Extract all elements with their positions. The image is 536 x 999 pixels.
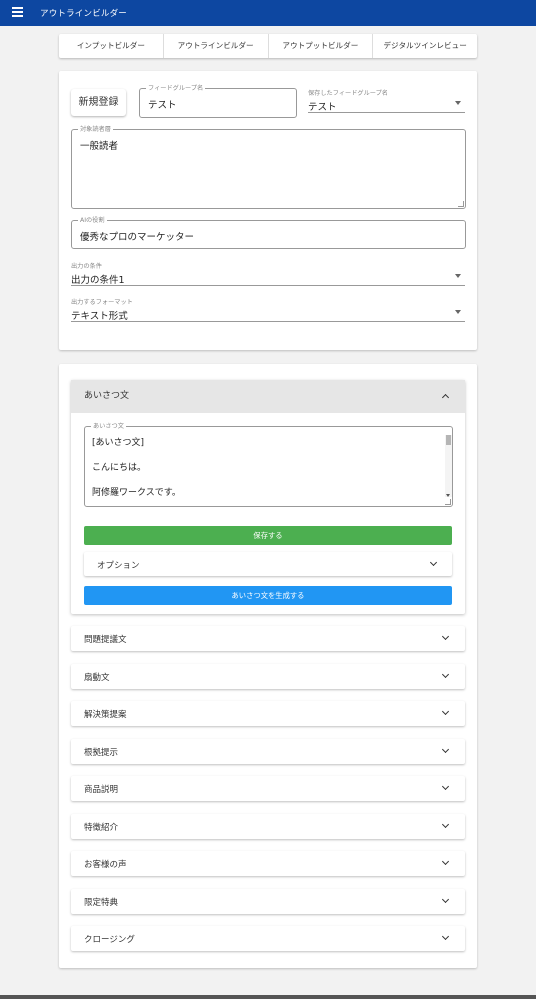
accordion-item[interactable]: 限定特典 <box>71 889 465 914</box>
greeting-line: 阿修羅ワークスです。 <box>92 488 181 498</box>
nav-tabs: インプットビルダー アウトラインビルダー アウトプットビルダー デジタルツインレ… <box>59 34 477 58</box>
tab-output-builder[interactable]: アウトプットビルダー <box>269 34 374 58</box>
accordion-item[interactable]: 扇動文 <box>71 664 465 689</box>
chevron-down-icon <box>441 895 450 904</box>
target-reader-value: 一般読者 <box>80 141 119 152</box>
saved-feed-group-label: 保存したフィードグループ名 <box>308 90 388 97</box>
accordion-item[interactable]: 問題提議文 <box>71 626 465 651</box>
accordion-item[interactable]: クロージング <box>71 926 465 951</box>
output-format-select[interactable]: 出力するフォーマット テキスト形式 <box>71 297 465 322</box>
saved-feed-group-select[interactable]: 保存したフィードグループ名 テスト <box>308 88 465 113</box>
accordion-item-label: 問題提議文 <box>84 635 127 645</box>
saved-feed-group-value: テスト <box>308 102 337 113</box>
ai-role-label: AIの役割 <box>78 216 107 225</box>
chevron-down-icon <box>441 745 450 754</box>
accordion-item-label: 限定特典 <box>84 898 119 908</box>
options-panel[interactable]: オプション <box>84 552 452 576</box>
accordion-item-label: お客様の声 <box>84 860 127 870</box>
feed-group-name-value: テスト <box>148 100 177 111</box>
accordion-item-label: 特徴紹介 <box>84 823 119 833</box>
output-format-label: 出力するフォーマット <box>71 299 133 306</box>
chevron-down-icon <box>441 632 450 641</box>
bottom-border <box>0 995 536 999</box>
generate-greeting-button[interactable]: あいさつ文を生成する <box>84 586 452 605</box>
dropdown-arrow-icon <box>455 274 461 278</box>
accordion-greeting-header[interactable]: あいさつ文 <box>71 380 465 413</box>
new-register-button[interactable]: 新規登録 <box>71 89 126 116</box>
chevron-up-icon <box>441 393 450 402</box>
greeting-line: [あいさつ文] <box>92 438 145 448</box>
textarea-scrollbar[interactable] <box>445 435 452 497</box>
accordion-item-label: 商品説明 <box>84 785 119 795</box>
accordion-greeting: あいさつ文 あいさつ文 [あいさつ文] こんにちは。 阿修羅ワークスです。 保存… <box>71 380 465 614</box>
settings-card: 新規登録 フィードグループ名 テスト 保存したフィードグループ名 テスト 対象読… <box>59 71 477 350</box>
dropdown-arrow-icon <box>455 101 461 105</box>
tab-digital-twin-review[interactable]: デジタルツインレビュー <box>373 34 477 58</box>
greeting-textarea-label: あいさつ文 <box>91 422 126 431</box>
accordion-item[interactable]: 商品説明 <box>71 776 465 801</box>
app-title: アウトラインビルダー <box>40 9 128 19</box>
chevron-down-icon <box>441 820 450 829</box>
chevron-down-icon <box>441 670 450 679</box>
chevron-down-icon <box>441 932 450 941</box>
sections-card: あいさつ文 あいさつ文 [あいさつ文] こんにちは。 阿修羅ワークスです。 保存… <box>59 364 477 968</box>
ai-role-value: 優秀なプロのマーケッター <box>80 232 195 243</box>
dropdown-arrow-icon <box>455 310 461 314</box>
target-reader-textarea[interactable]: 対象読者層 一般読者 <box>71 125 466 209</box>
save-button[interactable]: 保存する <box>84 526 452 545</box>
target-reader-label: 対象読者層 <box>78 125 113 134</box>
options-label: オプション <box>97 561 140 571</box>
chevron-down-icon <box>441 782 450 791</box>
accordion-item-label: クロージング <box>84 935 135 945</box>
output-condition-label: 出力の条件 <box>71 263 102 270</box>
accordion-greeting-title: あいさつ文 <box>84 391 130 401</box>
menu-icon[interactable] <box>12 7 23 19</box>
resize-handle-icon[interactable] <box>458 201 464 207</box>
tab-outline-builder[interactable]: アウトラインビルダー <box>164 34 269 58</box>
feed-group-name-label: フィードグループ名 <box>146 84 206 93</box>
accordion-item[interactable]: 解決策提案 <box>71 701 465 726</box>
chevron-down-icon <box>441 857 450 866</box>
greeting-line: こんにちは。 <box>92 463 147 473</box>
accordion-item-label: 扇動文 <box>84 673 110 683</box>
accordion-item[interactable]: 特徴紹介 <box>71 814 465 839</box>
accordion-item-label: 根拠提示 <box>84 748 119 758</box>
accordion-item-label: 解決策提案 <box>84 710 127 720</box>
chevron-down-icon <box>441 707 450 716</box>
accordion-item[interactable]: お客様の声 <box>71 851 465 876</box>
output-condition-value: 出力の条件1 <box>71 275 125 286</box>
chevron-down-icon <box>429 558 438 567</box>
resize-handle-icon[interactable] <box>445 499 451 505</box>
app-bar: アウトラインビルダー <box>0 0 536 26</box>
ai-role-field[interactable]: AIの役割 優秀なプロのマーケッター <box>71 216 466 249</box>
accordion-item[interactable]: 根拠提示 <box>71 739 465 764</box>
output-format-value: テキスト形式 <box>71 311 128 322</box>
greeting-textarea[interactable]: あいさつ文 [あいさつ文] こんにちは。 阿修羅ワークスです。 <box>84 422 453 507</box>
tab-input-builder[interactable]: インプットビルダー <box>59 34 164 58</box>
output-condition-select[interactable]: 出力の条件 出力の条件1 <box>71 261 465 286</box>
feed-group-name-field[interactable]: フィードグループ名 テスト <box>139 84 297 118</box>
